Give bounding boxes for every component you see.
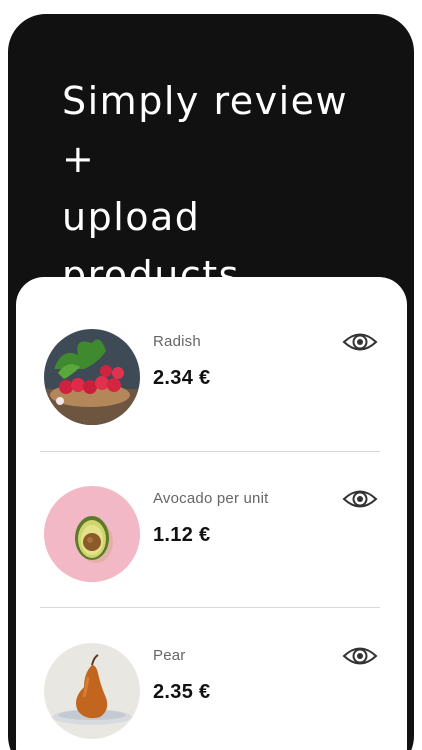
product-row-avocado[interactable]: Avocado per unit 1.12 € <box>16 452 407 608</box>
radish-image <box>44 329 140 425</box>
headline-line-1: Simply review + <box>62 79 349 181</box>
product-row-pear[interactable]: Pear 2.35 € <box>16 609 407 750</box>
eye-icon[interactable] <box>342 487 378 511</box>
eye-icon[interactable] <box>342 330 378 354</box>
eye-icon[interactable] <box>342 644 378 668</box>
row-divider <box>40 607 380 608</box>
product-price: 2.34 € <box>153 367 211 389</box>
headline: Simply review + upload products. <box>62 72 392 304</box>
avocado-image <box>44 486 140 582</box>
pear-image <box>44 643 140 739</box>
product-name: Pear <box>153 647 186 664</box>
product-name: Avocado per unit <box>153 490 269 507</box>
product-row-radish[interactable]: Radish 2.34 € <box>16 295 407 451</box>
product-price: 1.12 € <box>153 524 211 546</box>
product-price: 2.35 € <box>153 681 211 703</box>
product-list-card: Radish 2.34 € Avocado per unit 1.12 € Pe… <box>16 277 407 750</box>
product-name: Radish <box>153 333 201 350</box>
